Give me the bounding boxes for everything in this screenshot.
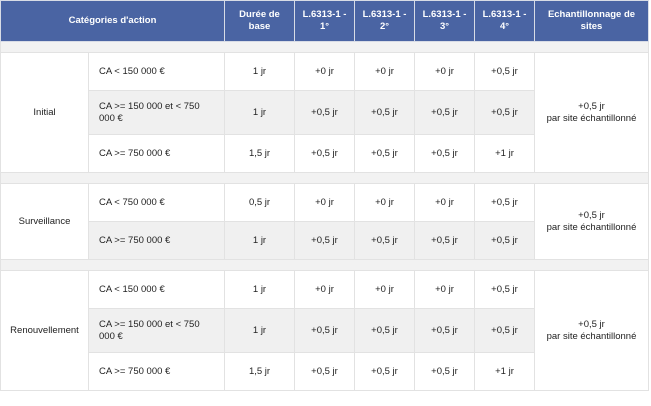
- l2-cell: +0 jr: [354, 183, 415, 222]
- sites-note: par site échantillonné: [546, 330, 637, 342]
- sites-cell-surveillance: +0,5 jr par site échantillonné: [534, 183, 649, 260]
- l1-cell: +0,5 jr: [294, 134, 355, 173]
- ca-cell: CA >= 150 000 et < 750 000 €: [88, 308, 225, 353]
- l2-cell: +0,5 jr: [354, 134, 415, 173]
- l2-cell: +0,5 jr: [354, 221, 415, 260]
- l4-cell: +0,5 jr: [474, 90, 535, 135]
- ca-cell: CA < 150 000 €: [88, 52, 225, 91]
- l4-cell: +0,5 jr: [474, 308, 535, 353]
- l1-cell: +0 jr: [294, 270, 355, 309]
- header-categories: Catégories d'action: [0, 0, 225, 42]
- duree-cell: 1,5 jr: [224, 352, 295, 391]
- duree-cell: 1 jr: [224, 308, 295, 353]
- group-label-renouvellement: Renouvellement: [0, 270, 89, 391]
- l4-cell: +0,5 jr: [474, 52, 535, 91]
- header-l2: L.6313-1 - 2°: [354, 0, 415, 42]
- ca-cell: CA >= 750 000 €: [88, 221, 225, 260]
- table-row: Renouvellement CA < 150 000 € 1 jr +0 jr…: [0, 270, 649, 391]
- l2-cell: +0 jr: [354, 270, 415, 309]
- l4-cell: +0,5 jr: [474, 221, 535, 260]
- sites-note: par site échantillonné: [546, 221, 637, 233]
- group-spacer: [0, 172, 649, 184]
- ca-cell: CA < 150 000 €: [88, 270, 225, 309]
- sites-value: +0,5 jr: [578, 318, 605, 330]
- header-l1: L.6313-1 - 1°: [294, 0, 355, 42]
- l3-cell: +0,5 jr: [414, 308, 475, 353]
- group-spacer: [0, 259, 649, 271]
- spacer-cell: [0, 172, 649, 184]
- l2-cell: +0,5 jr: [354, 352, 415, 391]
- spacer-cell: [0, 259, 649, 271]
- l3-cell: +0,5 jr: [414, 221, 475, 260]
- header-l3: L.6313-1 - 3°: [414, 0, 475, 42]
- ca-cell: CA >= 150 000 et < 750 000 €: [88, 90, 225, 135]
- tarif-table: Catégories d'action Durée de base L.6313…: [0, 0, 649, 391]
- group-spacer: [0, 41, 649, 53]
- l1-cell: +0,5 jr: [294, 308, 355, 353]
- ca-cell: CA >= 750 000 €: [88, 352, 225, 391]
- l1-cell: +0 jr: [294, 52, 355, 91]
- l1-cell: +0,5 jr: [294, 90, 355, 135]
- l3-cell: +0 jr: [414, 183, 475, 222]
- l3-cell: +0,5 jr: [414, 90, 475, 135]
- sites-note: par site échantillonné: [546, 112, 637, 124]
- l1-cell: +0,5 jr: [294, 221, 355, 260]
- l3-cell: +0,5 jr: [414, 134, 475, 173]
- duree-cell: 1 jr: [224, 221, 295, 260]
- table-row: Initial CA < 150 000 € 1 jr +0 jr +0 jr …: [0, 52, 649, 173]
- table-row: Surveillance CA < 750 000 € 0,5 jr +0 jr…: [0, 183, 649, 260]
- group-label-initial: Initial: [0, 52, 89, 173]
- header-echantillonnage: Echantillonnage de sites: [534, 0, 649, 42]
- ca-cell: CA < 750 000 €: [88, 183, 225, 222]
- l4-cell: +0,5 jr: [474, 183, 535, 222]
- ca-cell: CA >= 750 000 €: [88, 134, 225, 173]
- group-label-surveillance: Surveillance: [0, 183, 89, 260]
- l1-cell: +0 jr: [294, 183, 355, 222]
- l1-cell: +0,5 jr: [294, 352, 355, 391]
- tarif-table-container: Catégories d'action Durée de base L.6313…: [0, 0, 651, 406]
- l2-cell: +0,5 jr: [354, 90, 415, 135]
- l4-cell: +1 jr: [474, 134, 535, 173]
- duree-cell: 1,5 jr: [224, 134, 295, 173]
- l4-cell: +1 jr: [474, 352, 535, 391]
- l2-cell: +0,5 jr: [354, 308, 415, 353]
- header-l4: L.6313-1 - 4°: [474, 0, 535, 42]
- duree-cell: 1 jr: [224, 90, 295, 135]
- sites-cell-renouvellement: +0,5 jr par site échantillonné: [534, 270, 649, 391]
- header-row: Catégories d'action Durée de base L.6313…: [0, 0, 649, 42]
- l3-cell: +0 jr: [414, 270, 475, 309]
- l4-cell: +0,5 jr: [474, 270, 535, 309]
- duree-cell: 1 jr: [224, 52, 295, 91]
- sites-value: +0,5 jr: [578, 209, 605, 221]
- l3-cell: +0 jr: [414, 52, 475, 91]
- sites-value: +0,5 jr: [578, 100, 605, 112]
- duree-cell: 1 jr: [224, 270, 295, 309]
- header-duree: Durée de base: [224, 0, 295, 42]
- spacer-cell: [0, 41, 649, 53]
- duree-cell: 0,5 jr: [224, 183, 295, 222]
- l3-cell: +0,5 jr: [414, 352, 475, 391]
- l2-cell: +0 jr: [354, 52, 415, 91]
- sites-cell-initial: +0,5 jr par site échantillonné: [534, 52, 649, 173]
